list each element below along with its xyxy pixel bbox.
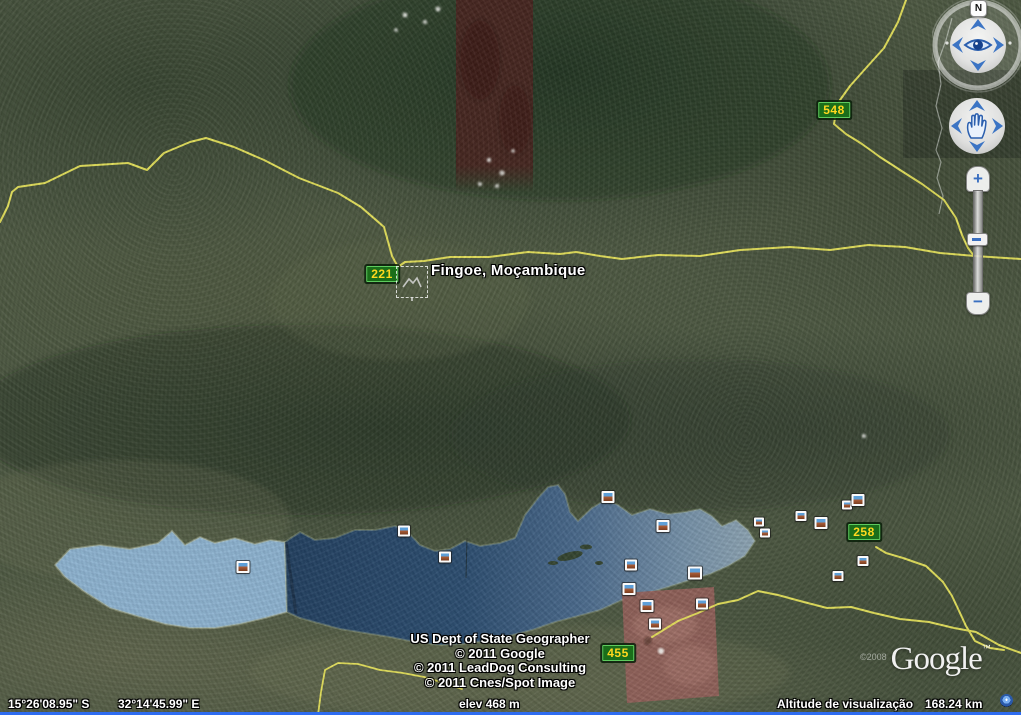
photo-thumbnail-icon (604, 493, 613, 501)
earth-view[interactable]: 548 221 258 455 Fingoe, Moçambique US Dept … (0, 0, 1021, 715)
photo-marker[interactable] (439, 552, 451, 563)
attribution-line: © 2011 LeadDog Consulting (410, 661, 589, 676)
photo-marker[interactable] (760, 529, 770, 538)
longitude-readout: 32°14'45.99" E (118, 697, 199, 711)
photo-thumbnail-icon (698, 601, 706, 608)
photo-thumbnail-icon (643, 602, 652, 610)
red-imagery-strip (456, 0, 533, 192)
photo-thumbnail-icon (441, 554, 449, 561)
eye-icon (965, 40, 991, 50)
photo-thumbnail-icon (625, 585, 634, 593)
placemark-icon (401, 275, 423, 289)
north-button[interactable]: N (970, 0, 987, 17)
streaming-progress-icon (1000, 694, 1013, 707)
photo-thumbnail-icon (844, 503, 850, 508)
photo-thumbnail-icon (627, 562, 635, 569)
photo-thumbnail-icon (854, 496, 863, 504)
photo-thumbnail-icon (690, 569, 700, 578)
route-badge-258: 258 (848, 524, 880, 540)
photo-marker[interactable] (398, 526, 410, 537)
photo-thumbnail-icon (756, 520, 762, 525)
latitude-readout: 15°26'08.95" S (8, 697, 89, 711)
photo-thumbnail-icon (835, 573, 842, 579)
place-label: Fingoe, Moçambique (431, 262, 586, 279)
photo-marker[interactable] (842, 501, 852, 510)
photo-thumbnail-icon (860, 558, 867, 564)
photo-marker[interactable] (649, 619, 661, 630)
photo-thumbnail-icon (817, 519, 826, 527)
photo-thumbnail-icon (659, 522, 668, 530)
photo-marker[interactable] (754, 518, 764, 527)
route-badge-548: 548 (818, 102, 850, 118)
route-badge-455: 455 (602, 645, 634, 661)
placemark-selection-box[interactable] (396, 266, 428, 298)
elevation-readout: elev 468 m (459, 697, 520, 711)
road-258 (876, 547, 1004, 650)
attribution-line: © 2011 Cnes/Spot Image (410, 676, 589, 691)
photo-thumbnail-icon (651, 621, 659, 628)
lake-west-arm (55, 531, 287, 628)
photo-marker[interactable] (625, 560, 637, 571)
ring-tick-west (945, 41, 948, 44)
route-badge-221: 221 (366, 266, 398, 282)
photo-marker[interactable] (833, 571, 844, 581)
zoom-out-button[interactable]: − (966, 292, 990, 315)
photo-marker[interactable] (623, 583, 636, 595)
photo-marker[interactable] (796, 511, 807, 521)
logo-copyright: ©2008 (860, 652, 887, 662)
map-features-layer (0, 0, 1021, 715)
view-altitude-value: 168.24 km (925, 697, 982, 711)
photo-thumbnail-icon (400, 528, 408, 535)
ring-tick-east (1008, 41, 1011, 44)
photo-marker[interactable] (237, 561, 250, 573)
photo-marker[interactable] (858, 556, 869, 566)
photo-marker[interactable] (696, 599, 708, 610)
placemark-anchor (411, 297, 413, 301)
photo-thumbnail-icon (798, 513, 805, 519)
zoom-slider-handle[interactable] (967, 233, 988, 246)
photo-marker[interactable] (688, 567, 702, 580)
photo-marker[interactable] (852, 494, 865, 506)
map-attribution: US Dept of State Geographer© 2011 Google… (410, 632, 589, 690)
google-logo-text: Google (891, 641, 982, 677)
photo-thumbnail-icon (239, 563, 248, 571)
photo-thumbnail-icon (762, 531, 768, 536)
move-joystick[interactable] (945, 94, 1009, 158)
photo-marker[interactable] (641, 600, 654, 612)
attribution-line: US Dept of State Geographer (410, 632, 589, 647)
zoom-in-button[interactable]: + (966, 166, 990, 192)
photo-marker[interactable] (602, 491, 615, 503)
photo-marker[interactable] (815, 517, 828, 529)
trademark-symbol: ™ (982, 643, 991, 653)
google-watermark: ©2008 Google™ (860, 641, 991, 678)
photo-marker[interactable] (657, 520, 670, 532)
attribution-line: © 2011 Google (410, 647, 589, 662)
view-altitude-label: Altitude de visualização (777, 697, 913, 711)
zoom-handle-mark (972, 238, 981, 241)
